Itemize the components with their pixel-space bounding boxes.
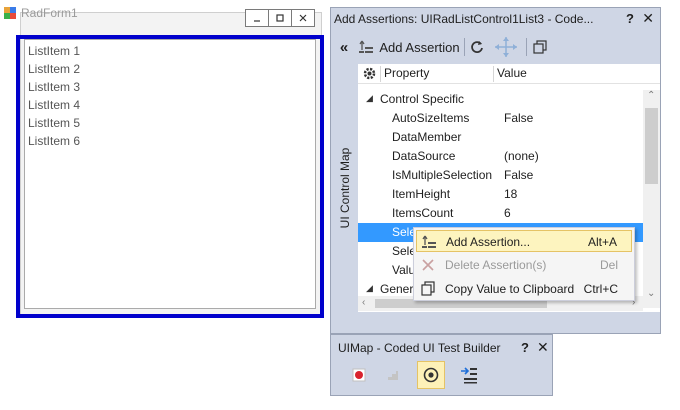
assertions-title: Add Assertions: UIRadListControl1List3 -… [334,12,594,26]
radform-title: RadForm1 [21,6,78,20]
property-name: DataMember [392,130,462,144]
copy-icon [420,281,436,297]
copy-icon [533,40,547,54]
help-button[interactable]: ? [626,11,634,26]
grid-property-row[interactable]: ItemsCount 6 [358,204,643,223]
value-column-header[interactable]: Value [497,66,527,80]
property-value: False [504,168,534,182]
property-value: (none) [504,149,539,163]
scroll-up-icon: ⌃ [647,90,656,101]
collapse-arrow-icon[interactable]: ◢ [366,93,373,104]
property-value: False [504,111,534,125]
assertions-titlebar: Add Assertions: UIRadListControl1List3 -… [331,8,660,30]
ui-control-map-label: UI Control Map [338,147,352,229]
property-name: Generi [380,282,417,296]
move-handle-button[interactable] [491,36,521,58]
control-highlight-frame [16,35,324,318]
context-menu: Add Assertion... Alt+A Delete Assertion(… [413,227,635,301]
grid-property-row[interactable]: IsMultipleSelection False [358,166,643,185]
property-name: AutoSizeItems [392,111,470,125]
add-assertion-button[interactable]: Add Assertion [357,36,461,58]
add-assertion-icon [421,234,437,250]
add-assertion-icon [359,40,374,53]
delete-icon [420,257,436,273]
scroll-left-icon: ‹ [362,297,366,308]
property-name: Control Specific [380,92,465,106]
copy-button[interactable] [529,36,551,58]
property-name: Valu [392,263,416,277]
crosshair-icon [423,367,439,383]
menu-item-copy-value[interactable]: Copy Value to Clipboard Ctrl+C [416,278,632,300]
close-panel-button[interactable]: ✕ [642,10,654,27]
show-recorded-steps-button[interactable] [377,361,405,389]
menu-item-delete-assertion[interactable]: Delete Assertion(s) Del [416,254,632,276]
grid-header: Property Value [358,64,660,84]
property-name: ItemsCount [392,206,454,220]
grid-property-row[interactable]: ItemHeight 18 [358,185,643,204]
collapse-map-button[interactable]: « [335,36,353,58]
assertions-toolbar: « Add Assertion [331,30,660,64]
close-icon [299,14,307,22]
maximize-icon [276,14,284,22]
grid-property-row[interactable]: AutoSizeItems False [358,109,643,128]
refresh-button[interactable] [467,36,487,58]
property-name: ItemHeight [392,187,451,201]
gear-icon[interactable] [362,66,377,84]
property-value: 18 [504,187,518,201]
generate-code-icon [461,367,477,384]
generate-code-button[interactable] [455,361,483,389]
uimap-title: UIMap - Coded UI Test Builder [338,341,501,355]
property-name: IsMultipleSelection [392,168,493,182]
refresh-icon [471,41,483,53]
add-assertion-label: Add Assertion [379,39,460,55]
property-value: 6 [504,206,511,220]
grid-property-row[interactable]: DataMember [358,128,643,147]
steps-icon [384,371,398,380]
minimize-icon [254,20,260,22]
close-window-button[interactable] [291,9,315,27]
minimize-button[interactable] [245,9,269,27]
record-icon [352,368,366,382]
scroll-down-icon: ⌄ [647,288,656,299]
vertical-scroll-thumb[interactable] [645,108,658,184]
grid-property-row[interactable]: DataSource (none) [358,147,643,166]
property-column-header[interactable]: Property [384,66,429,80]
uimap-close-button[interactable]: ✕ [537,339,549,356]
form-icon [4,7,16,19]
radform-titlebar: RadForm1 [4,4,78,22]
move-arrows-icon [495,37,517,57]
maximize-button[interactable] [268,9,292,27]
ui-control-map-tab[interactable]: UI Control Map [331,64,358,312]
record-button[interactable] [345,361,373,389]
uimap-help-button[interactable]: ? [521,340,529,355]
menu-item-add-assertion[interactable]: Add Assertion... Alt+A [416,230,632,252]
property-name: DataSource [392,149,456,163]
uimap-builder-panel: UIMap - Coded UI Test Builder ? ✕ [330,334,553,396]
add-assertions-crosshair-button[interactable] [417,361,445,389]
collapse-arrow-icon[interactable]: ◢ [366,283,373,294]
grid-category-row[interactable]: ◢ Control Specific [358,90,643,109]
